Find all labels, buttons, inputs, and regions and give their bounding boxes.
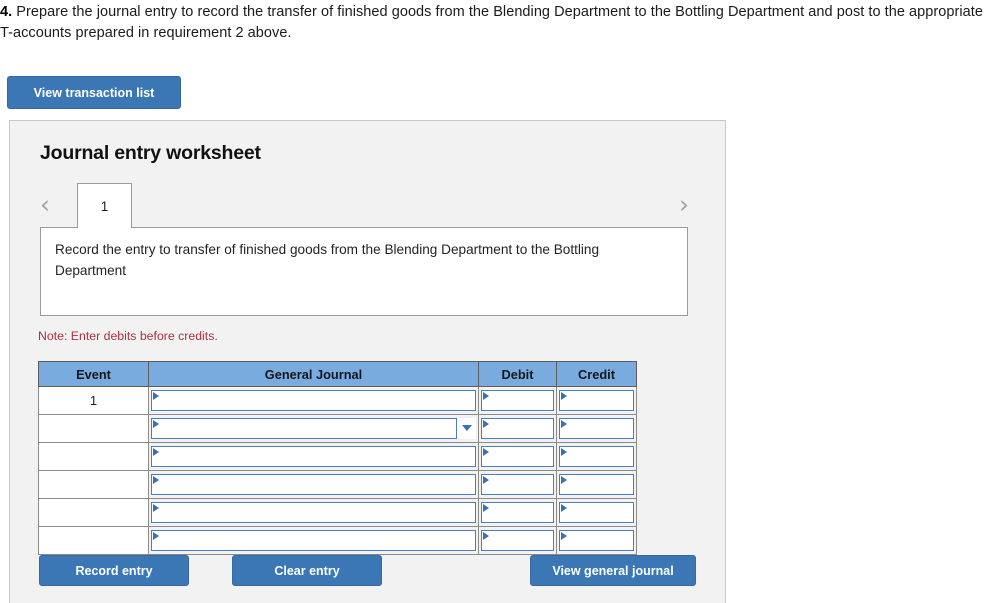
- worksheet-tab-1[interactable]: 1: [77, 183, 132, 228]
- general-journal-input[interactable]: [151, 501, 476, 523]
- general-journal-cell: [148, 414, 479, 443]
- debit-input[interactable]: [481, 529, 554, 551]
- debits-before-credits-note: Note: Enter debits before credits.: [38, 329, 218, 343]
- general-journal-cell: [148, 498, 479, 527]
- question-text: Prepare the journal entry to record the …: [0, 4, 983, 41]
- general-journal-input[interactable]: [151, 529, 476, 551]
- debit-input[interactable]: [481, 445, 554, 467]
- table-header-row: Event General Journal Debit Credit: [38, 361, 637, 387]
- table-row: [38, 442, 637, 471]
- worksheet-title: Journal entry worksheet: [40, 142, 261, 164]
- view-general-journal-label: View general journal: [552, 563, 674, 578]
- debit-cell: [478, 386, 557, 415]
- caret-glyph: [461, 425, 472, 431]
- column-header-event: Event: [38, 361, 149, 387]
- general-journal-cell: [148, 526, 479, 555]
- debit-cell: [478, 498, 557, 527]
- table-row: [38, 526, 637, 555]
- general-journal-cell: [148, 442, 479, 471]
- event-cell: 1: [38, 386, 149, 415]
- credit-cell: [556, 414, 637, 443]
- chevron-right-icon[interactable]: ›: [679, 192, 689, 217]
- instruction-text: Record the entry to transfer of finished…: [55, 242, 600, 278]
- debit-input[interactable]: [481, 389, 554, 411]
- credit-input[interactable]: [559, 529, 634, 551]
- credit-input[interactable]: [559, 417, 634, 439]
- credit-cell: [556, 526, 637, 555]
- debit-cell: [478, 442, 557, 471]
- worksheet-tab-label: 1: [100, 198, 109, 214]
- column-header-credit: Credit: [556, 361, 637, 387]
- question-prompt: 4. Prepare the journal entry to record t…: [0, 2, 988, 44]
- event-cell: [38, 414, 149, 443]
- credit-input[interactable]: [559, 389, 634, 411]
- general-journal-input[interactable]: [151, 445, 476, 467]
- credit-input[interactable]: [559, 473, 634, 495]
- debit-input[interactable]: [481, 501, 554, 523]
- view-general-journal-button[interactable]: View general journal: [530, 555, 696, 586]
- clear-entry-button[interactable]: Clear entry: [232, 555, 382, 586]
- view-transaction-list-button[interactable]: View transaction list: [7, 76, 181, 109]
- debit-cell: [478, 470, 557, 499]
- debit-cell: [478, 526, 557, 555]
- credit-cell: [556, 442, 637, 471]
- table-row: [38, 414, 637, 443]
- debit-cell: [478, 414, 557, 443]
- journal-entry-worksheet-panel: Journal entry worksheet ‹ 1 › Record the…: [9, 120, 726, 603]
- column-header-debit: Debit: [478, 361, 557, 387]
- event-cell: [38, 470, 149, 499]
- event-cell: [38, 442, 149, 471]
- event-cell: [38, 498, 149, 527]
- debit-input[interactable]: [481, 473, 554, 495]
- credit-cell: [556, 498, 637, 527]
- chevron-left-icon[interactable]: ‹: [40, 192, 50, 217]
- question-number: 4.: [0, 4, 13, 20]
- general-journal-cell: [148, 470, 479, 499]
- general-journal-input[interactable]: [151, 417, 476, 439]
- chevron-down-icon[interactable]: [456, 417, 476, 439]
- credit-input[interactable]: [559, 445, 634, 467]
- general-journal-input[interactable]: [151, 389, 476, 411]
- general-journal-input[interactable]: [151, 473, 476, 495]
- view-transaction-list-label: View transaction list: [33, 85, 155, 100]
- instruction-box: Record the entry to transfer of finished…: [40, 227, 688, 316]
- credit-cell: [556, 470, 637, 499]
- journal-entry-table: Event General Journal Debit Credit 1: [38, 361, 637, 555]
- table-row: 1: [38, 386, 637, 415]
- credit-cell: [556, 386, 637, 415]
- table-row: [38, 498, 637, 527]
- journal-entry-table-body: 1: [38, 386, 637, 555]
- clear-entry-label: Clear entry: [274, 563, 340, 578]
- page-root: 4. Prepare the journal entry to record t…: [0, 0, 992, 603]
- record-entry-label: Record entry: [75, 563, 153, 578]
- record-entry-button[interactable]: Record entry: [39, 555, 189, 586]
- table-row: [38, 470, 637, 499]
- credit-input[interactable]: [559, 501, 634, 523]
- debit-input[interactable]: [481, 417, 554, 439]
- event-cell: [38, 526, 149, 555]
- general-journal-cell: [148, 386, 479, 415]
- column-header-general-journal: General Journal: [148, 361, 479, 387]
